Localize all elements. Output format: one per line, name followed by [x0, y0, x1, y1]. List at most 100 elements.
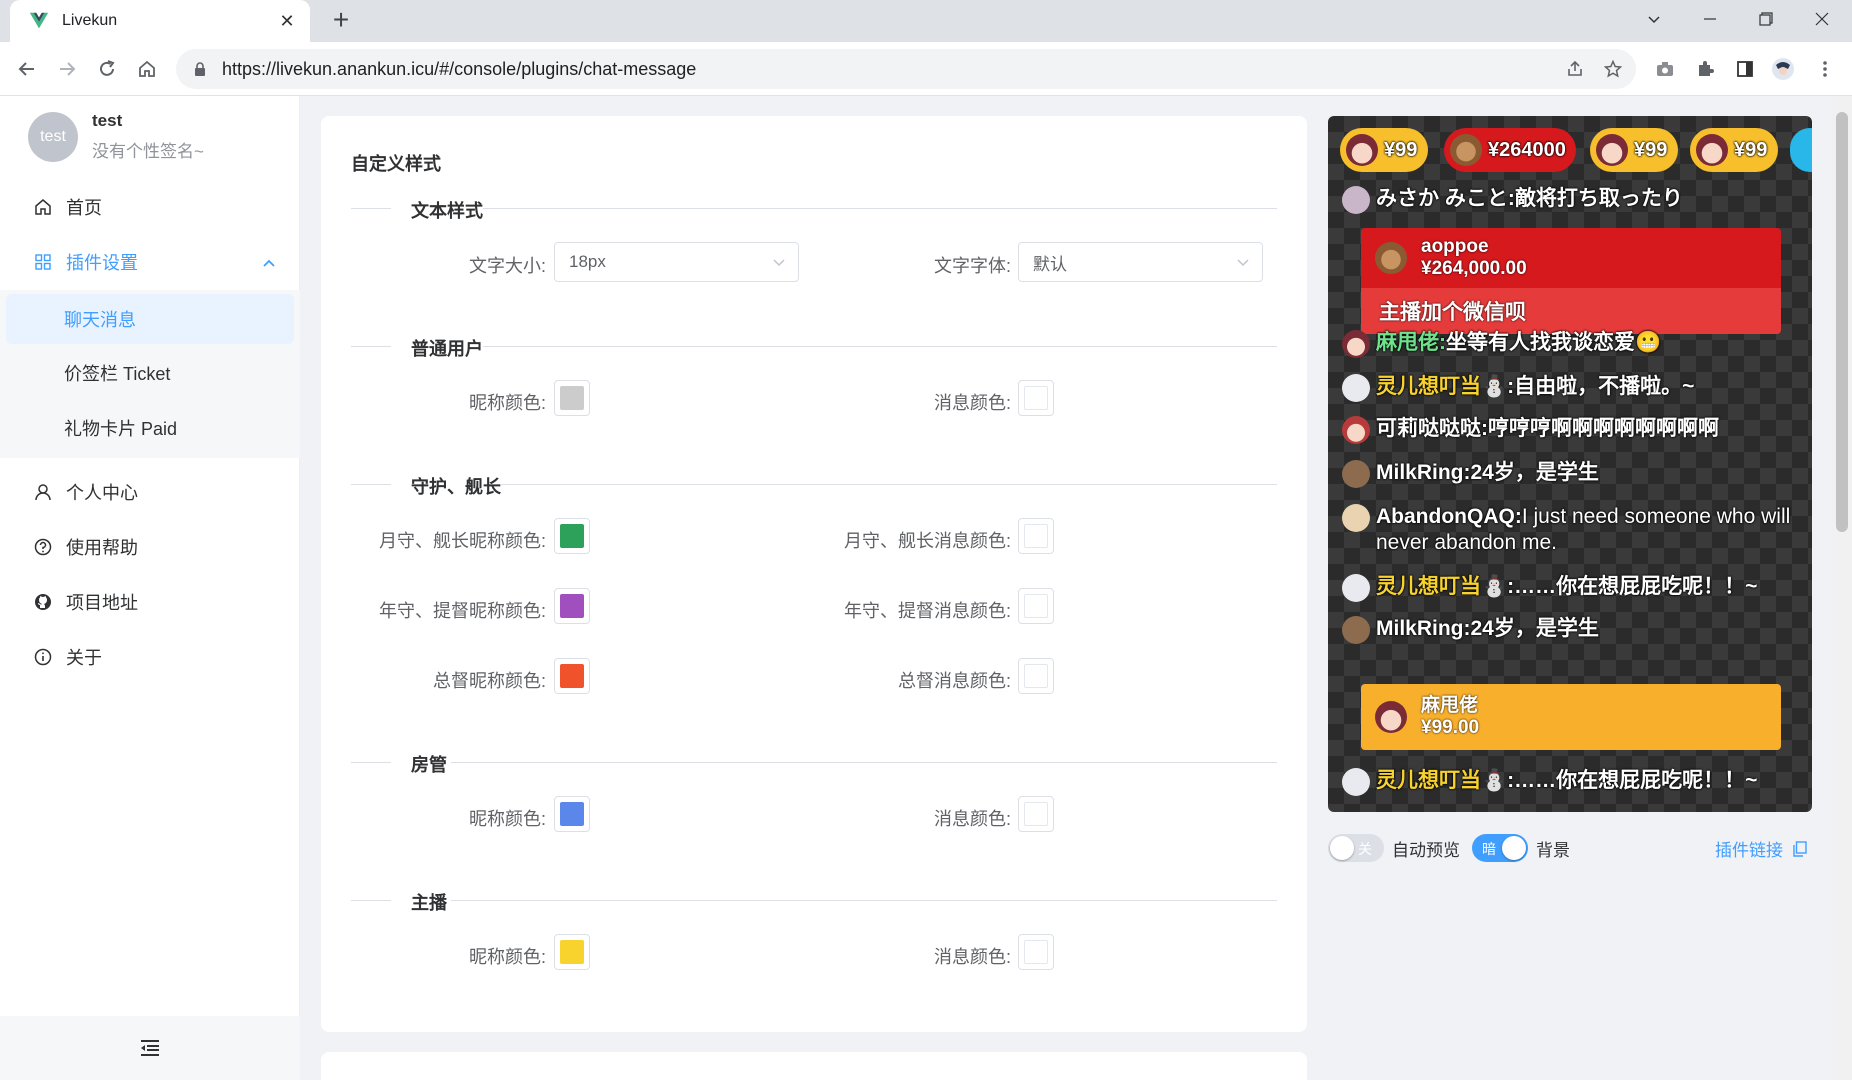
user-avatar	[1342, 416, 1370, 444]
streamer-msg-color-picker[interactable]	[1018, 934, 1054, 970]
section-title: 主播	[411, 889, 447, 915]
streamer-nick-color-picker[interactable]	[554, 934, 590, 970]
home-button-icon[interactable]	[132, 54, 162, 84]
font-family-select[interactable]: 默认	[1018, 242, 1263, 282]
sidebar-item-profile[interactable]: 个人中心	[0, 467, 300, 517]
chat-preview: ¥99 ¥264000 ¥99 ¥99 みさか みこと: 敵将打ち取ったり aop…	[1328, 116, 1812, 812]
ticket-item-partial	[1790, 128, 1812, 172]
user-avatar	[1342, 768, 1370, 796]
plugin-link[interactable]: 插件链接	[1715, 836, 1807, 861]
font-size-value: 18px	[569, 252, 606, 271]
sub-item-paid[interactable]: 礼物卡片 Paid	[6, 403, 294, 453]
admin-msg-color-picker[interactable]	[1018, 796, 1054, 832]
chat-message: 麻甩佬: 坐等有人找我谈恋爱😬	[1342, 330, 1802, 358]
chat-message: AbandonQAQ:I just need someone who will …	[1342, 504, 1802, 556]
sidebar-item-label: 项目地址	[66, 593, 138, 613]
ticket-avatar	[1346, 134, 1378, 166]
user-profile[interactable]: test test 没有个性签名~	[28, 111, 204, 162]
superchat-avatar	[1375, 701, 1407, 733]
guard2-nick-color-picker[interactable]	[554, 588, 590, 624]
superchat-card: 麻甩佬 ¥99.00	[1361, 684, 1781, 750]
sidebar-item-plugins[interactable]: 插件设置	[0, 237, 300, 287]
scrollbar-thumb[interactable]	[1836, 112, 1848, 532]
extensions-icon[interactable]	[1690, 54, 1720, 84]
normal-nick-color-picker[interactable]	[554, 380, 590, 416]
section-guard: 守护、舰长	[351, 473, 1277, 499]
guard1-nick-color-picker[interactable]	[554, 658, 590, 694]
guard2-msg-color-picker[interactable]	[1018, 588, 1054, 624]
guard3-nick-color-picker[interactable]	[554, 518, 590, 554]
chevron-down-icon	[773, 259, 785, 267]
share-icon[interactable]	[1560, 54, 1590, 84]
user-avatar	[1342, 460, 1370, 488]
ticket-item: ¥264000	[1444, 128, 1576, 172]
restore-icon[interactable]	[1738, 0, 1794, 38]
more-menu-icon[interactable]	[1810, 54, 1840, 84]
side-panel-icon[interactable]	[1730, 54, 1760, 84]
close-window-icon[interactable]	[1794, 0, 1850, 38]
minimize-icon[interactable]	[1682, 0, 1738, 38]
tab-title: Livekun	[62, 12, 118, 29]
ticket-avatar	[1596, 134, 1628, 166]
collapse-sidebar-button[interactable]	[0, 1016, 300, 1080]
sub-item-ticket[interactable]: 价签栏 Ticket	[6, 348, 294, 398]
guard-badge-icon: ⛄	[1481, 375, 1508, 398]
superchat-name: 麻甩佬	[1421, 695, 1479, 716]
user-avatar	[1342, 186, 1370, 214]
sub-item-chat-message[interactable]: 聊天消息	[6, 294, 294, 344]
streamer-nick-color-label: 昵称颜色:	[468, 947, 546, 967]
section-text-style: 文本样式	[351, 197, 1277, 223]
sidebar-item-home[interactable]: 首页	[0, 182, 300, 232]
profile-avatar-icon[interactable]	[1768, 54, 1798, 84]
normal-nick-color-label: 昵称颜色:	[468, 393, 546, 413]
tab-search-icon[interactable]	[1626, 0, 1682, 38]
font-family-value: 默认	[1033, 254, 1067, 274]
superchat-card: aoppoe ¥264,000.00 主播加个微信呗	[1361, 228, 1781, 334]
back-icon[interactable]	[12, 54, 42, 84]
guard3-nick-color-label: 月守、舰长昵称颜色:	[378, 531, 546, 551]
background-label: 背景	[1536, 841, 1570, 860]
ticket-item: ¥99	[1690, 128, 1778, 172]
page-scrollbar[interactable]	[1832, 96, 1852, 1080]
ticket-item: ¥99	[1340, 128, 1428, 172]
normal-msg-color-picker[interactable]	[1018, 380, 1054, 416]
auto-preview-toggle[interactable]: 关	[1328, 834, 1384, 862]
font-size-select[interactable]: 18px	[554, 242, 799, 282]
sidebar-item-about[interactable]: 关于	[0, 632, 300, 682]
sidebar-item-label: 个人中心	[66, 483, 138, 503]
guard2-msg-color-label: 年守、提督消息颜色:	[843, 601, 1011, 621]
guard-badge-icon: ⛄	[1481, 769, 1508, 792]
background-toggle[interactable]: 暗	[1472, 834, 1528, 862]
forward-icon[interactable]	[52, 54, 82, 84]
camera-icon[interactable]	[1650, 54, 1680, 84]
help-icon	[34, 538, 52, 556]
home-icon	[34, 198, 52, 216]
ticket-avatar	[1696, 134, 1728, 166]
guard3-msg-color-picker[interactable]	[1018, 518, 1054, 554]
browser-tab[interactable]: Livekun ✕	[10, 0, 310, 42]
streamer-msg-color-label: 消息颜色:	[933, 947, 1011, 967]
guard2-nick-color-label: 年守、提督昵称颜色:	[378, 601, 546, 621]
font-size-label: 文字大小:	[468, 256, 546, 276]
copy-icon[interactable]	[1793, 840, 1807, 857]
address-bar[interactable]: https://livekun.anankun.icu/#/console/pl…	[176, 49, 1636, 89]
tab-close-icon[interactable]: ✕	[276, 11, 298, 32]
new-tab-button[interactable]: +	[324, 4, 358, 38]
normal-nick-swatch	[560, 386, 584, 410]
guard1-msg-color-picker[interactable]	[1018, 658, 1054, 694]
sidebar-item-help[interactable]: 使用帮助	[0, 522, 300, 572]
admin-nick-color-label: 昵称颜色:	[468, 809, 546, 829]
user-avatar	[1342, 616, 1370, 644]
username: test	[92, 111, 123, 130]
github-icon	[34, 593, 52, 611]
user-signature: 没有个性签名~	[92, 142, 204, 161]
chat-message: 灵儿想叮当 ⛄:……你在想屁屁吃呢！！~	[1342, 574, 1802, 602]
reload-icon[interactable]	[92, 54, 122, 84]
sidebar-item-label: 关于	[66, 648, 102, 668]
sidebar-item-repo[interactable]: 项目地址	[0, 577, 300, 627]
chevron-down-icon	[1237, 259, 1249, 267]
chat-message: みさか みこと: 敵将打ち取ったり	[1342, 186, 1802, 214]
admin-nick-color-picker[interactable]	[554, 796, 590, 832]
chat-message: MilkRing: 24岁，是学生	[1342, 616, 1802, 644]
bookmark-star-icon[interactable]	[1598, 54, 1628, 84]
